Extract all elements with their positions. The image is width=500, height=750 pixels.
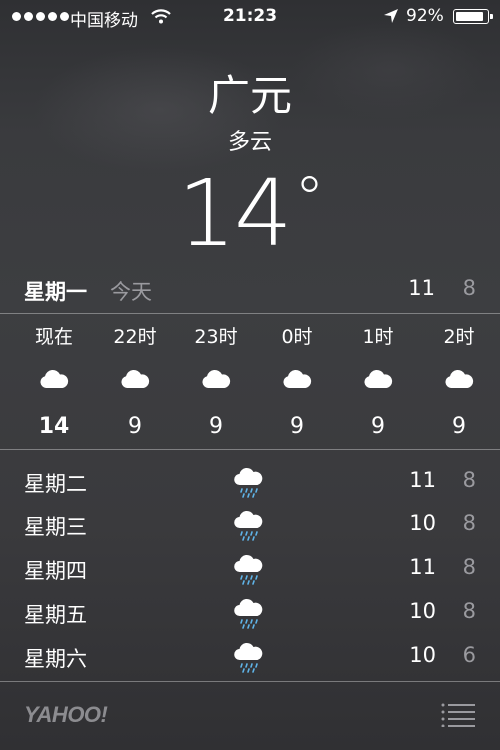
daily-row: 星期六 10 6	[0, 635, 500, 679]
hourly-temp: 9	[290, 414, 304, 439]
list-icon[interactable]	[441, 703, 475, 727]
battery-percentage: 92%	[406, 6, 444, 26]
degree-symbol: °	[294, 164, 325, 234]
daily-high: 10	[409, 643, 436, 667]
hourly-forecast[interactable]: 现在 14 22时 9 23时 9 0时 9 1时 9 2时 9	[0, 314, 500, 448]
daily-day: 星期二	[24, 472, 87, 496]
daily-low: 8	[462, 599, 476, 623]
hourly-time: 22时	[113, 326, 157, 348]
hourly-item: 2时 9	[419, 314, 499, 448]
daily-row: 星期二 11 8	[0, 460, 500, 504]
daily-row: 星期四 11 8	[0, 547, 500, 591]
hourly-time: 现在	[34, 326, 73, 348]
hourly-time: 1时	[362, 326, 394, 348]
today-day: 星期一	[24, 280, 87, 304]
cloud-icon	[40, 369, 69, 388]
hourly-item: 23时 9	[176, 314, 256, 448]
hourly-temp: 9	[452, 414, 466, 439]
weather-condition: 多云	[227, 130, 272, 155]
temperature-value: 14	[177, 160, 292, 267]
daily-row: 星期五 10 8	[0, 591, 500, 635]
status-bar: 中国移动 21:23 92%	[0, 0, 500, 34]
today-label: 今天	[110, 280, 152, 304]
daily-row: 星期三 10 8	[0, 503, 500, 547]
hourly-temp: 9	[128, 414, 142, 439]
hourly-time: 2时	[443, 326, 475, 348]
rain-cloud-icon	[234, 467, 263, 498]
daily-low: 6	[462, 643, 476, 667]
hourly-time: 0时	[281, 326, 313, 348]
yahoo-logo[interactable]: YAHOO!	[24, 702, 108, 728]
cloud-icon	[202, 369, 231, 388]
daily-day: 星期三	[24, 515, 87, 539]
rain-cloud-icon	[234, 642, 263, 673]
battery-icon	[453, 9, 493, 24]
daily-high: 11	[409, 555, 436, 579]
city-name: 广元	[207, 71, 292, 120]
daily-low: 8	[462, 511, 476, 535]
rain-cloud-icon	[234, 554, 263, 585]
hourly-time: 23时	[194, 326, 238, 348]
daily-day: 星期六	[24, 647, 87, 671]
daily-high: 10	[409, 511, 436, 535]
cloud-icon	[445, 369, 474, 388]
divider	[0, 449, 500, 450]
hourly-temp: 14	[38, 414, 70, 439]
location-arrow-icon	[384, 9, 398, 23]
hourly-item: 0时 9	[257, 314, 337, 448]
daily-day: 星期五	[24, 603, 87, 627]
daily-low: 8	[462, 555, 476, 579]
today-summary: 星期一 今天 11 8	[24, 276, 476, 306]
hourly-item: 1时 9	[338, 314, 418, 448]
daily-high: 10	[409, 599, 436, 623]
daily-low: 8	[462, 468, 476, 492]
rain-cloud-icon	[234, 598, 263, 629]
today-high: 11	[408, 276, 435, 300]
daily-day: 星期四	[24, 559, 87, 583]
cloud-icon	[283, 369, 312, 388]
daily-high: 11	[409, 468, 436, 492]
hourly-item: 22时 9	[95, 314, 175, 448]
current-temperature: 14°	[0, 160, 500, 267]
divider	[0, 681, 500, 682]
hourly-item: 现在 14	[14, 314, 94, 448]
rain-cloud-icon	[234, 510, 263, 541]
hourly-temp: 9	[371, 414, 385, 439]
cloud-icon	[364, 369, 393, 388]
today-low: 8	[462, 276, 476, 300]
cloud-icon	[121, 369, 150, 388]
hourly-temp: 9	[209, 414, 223, 439]
